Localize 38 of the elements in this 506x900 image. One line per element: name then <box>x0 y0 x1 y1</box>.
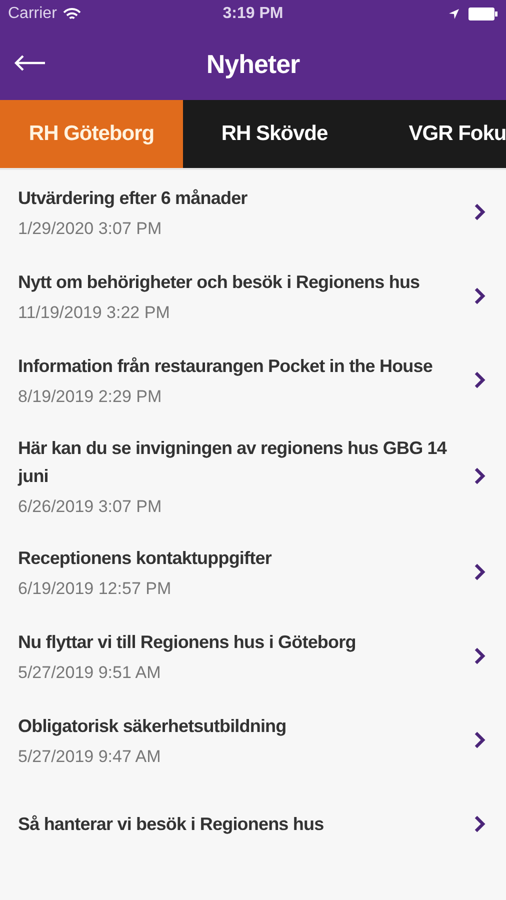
news-date: 8/19/2019 2:29 PM <box>18 386 163 408</box>
news-row[interactable]: Nytt om behörigheter och besök i Regionens hus 11/19/2019 3:22 PM <box>0 254 506 338</box>
carrier-label: Carrier <box>8 4 57 24</box>
news-date: 1/29/2020 3:07 PM <box>18 218 163 240</box>
chevron-right-icon <box>474 563 486 581</box>
news-row[interactable]: Utvärdering efter 6 månader 1/29/2020 3:07 PM <box>0 170 506 254</box>
news-row[interactable]: Obligatorisk säkerhetsutbildning 5/27/2019 9:47 AM <box>0 698 506 782</box>
chevron-right-icon <box>474 287 486 305</box>
clock: 3:19 PM <box>222 4 284 24</box>
location-arrow-icon <box>448 8 460 20</box>
news-title: Receptionens kontaktuppgifter <box>18 547 273 570</box>
news-title: Så hanterar vi besök i Regionens hus <box>18 813 325 836</box>
screen-title: Nyheter <box>206 48 300 80</box>
chevron-right-icon <box>474 815 486 833</box>
news-title: Obligatorisk säkerhetsutbildning <box>18 715 288 738</box>
news-date: 6/26/2019 3:07 PM <box>18 496 163 518</box>
battery-icon <box>468 7 498 21</box>
chevron-right-icon <box>474 467 486 485</box>
news-row[interactable]: Nu flyttar vi till Regionens hus i Göteborg 5/27/2019 9:51 AM <box>0 614 506 698</box>
back-arrow-icon <box>14 55 46 71</box>
news-title: Här kan du se invigningen av regionens hus GBG 14 juni <box>18 437 448 488</box>
news-row[interactable]: Här kan du se invigningen av regionens hus GBG 14 juni 6/26/2019 3:07 PM <box>0 422 506 530</box>
news-date: 5/27/2019 9:47 AM <box>18 746 162 768</box>
news-row[interactable]: Information från restaurangen Pocket in the House 8/19/2019 2:29 PM <box>0 338 506 422</box>
news-date: 5/27/2019 9:51 AM <box>18 662 162 684</box>
news-title: Information från restaurangen Pocket in the House <box>18 355 434 378</box>
chevron-right-icon <box>474 647 486 665</box>
news-row[interactable]: Receptionens kontaktuppgifter 6/19/2019 12:57 PM <box>0 530 506 614</box>
news-date: 6/19/2019 12:57 PM <box>18 578 172 600</box>
wifi-icon <box>62 8 81 20</box>
news-title: Nu flyttar vi till Regionens hus i Göteborg <box>18 631 357 654</box>
news-row[interactable]: Så hanterar vi besök i Regionens hus <box>0 782 506 866</box>
news-title: Nytt om behörigheter och besök i Regionens hus <box>18 271 421 294</box>
chevron-right-icon <box>474 731 486 749</box>
chevron-right-icon <box>474 371 486 389</box>
chevron-right-icon <box>474 203 486 221</box>
news-date: 11/19/2019 3:22 PM <box>18 302 171 324</box>
news-title: Utvärdering efter 6 månader <box>18 187 248 210</box>
